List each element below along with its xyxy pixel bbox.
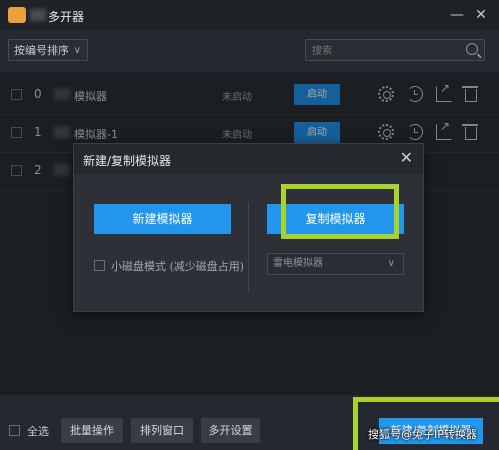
new-emulator-button[interactable]: 新建模拟器: [94, 204, 231, 234]
dialog-close-icon[interactable]: ✕: [400, 149, 413, 167]
chevron-down-icon: ∨: [387, 258, 395, 269]
select-all-label: 全选: [27, 425, 49, 438]
window-title: 多开器: [48, 10, 85, 24]
new-copy-emulator-dialog: 新建/复制模拟器 ✕ 新建模拟器 复制模拟器 小磁盘模式 (减少磁盘占用) 雷电…: [73, 143, 424, 312]
batch-operation-button[interactable]: 批量操作: [61, 418, 123, 443]
blurred-title-prefix: [30, 9, 46, 21]
dialog-title: 新建/复制模拟器: [83, 154, 172, 168]
close-window-button[interactable]: ✕: [470, 4, 492, 26]
chevron-down-icon: ∨: [73, 45, 81, 56]
emulator-select-value: 雷电模拟器: [273, 258, 323, 269]
small-disk-label: 小磁盘模式 (减少磁盘占用): [111, 260, 245, 273]
search-icon[interactable]: [466, 43, 478, 55]
arrange-windows-button[interactable]: 排列窗口: [131, 418, 193, 443]
highlight-box: [281, 184, 399, 239]
select-all-checkbox[interactable]: [9, 425, 20, 436]
dialog-header: 新建/复制模拟器 ✕: [74, 144, 423, 174]
minimize-button[interactable]: —: [446, 4, 468, 26]
emulator-select[interactable]: 雷电模拟器 ∨: [267, 253, 404, 275]
search-input[interactable]: [306, 40, 464, 62]
highlight-box: [353, 397, 499, 450]
toolbar: 按编号排序 ∨: [0, 30, 499, 72]
multi-settings-button[interactable]: 多开设置: [201, 418, 260, 443]
dialog-divider: [248, 202, 249, 292]
watermark-text: 搜狐号@兔子IP转换器: [368, 428, 477, 441]
title-bar: 多开器 — ✕: [0, 0, 499, 30]
search-box[interactable]: [305, 39, 485, 62]
sort-select[interactable]: 按编号排序 ∨: [8, 39, 88, 61]
sort-select-label: 按编号排序: [14, 44, 69, 57]
small-disk-checkbox[interactable]: [94, 260, 105, 271]
app-logo-icon: [8, 7, 26, 23]
